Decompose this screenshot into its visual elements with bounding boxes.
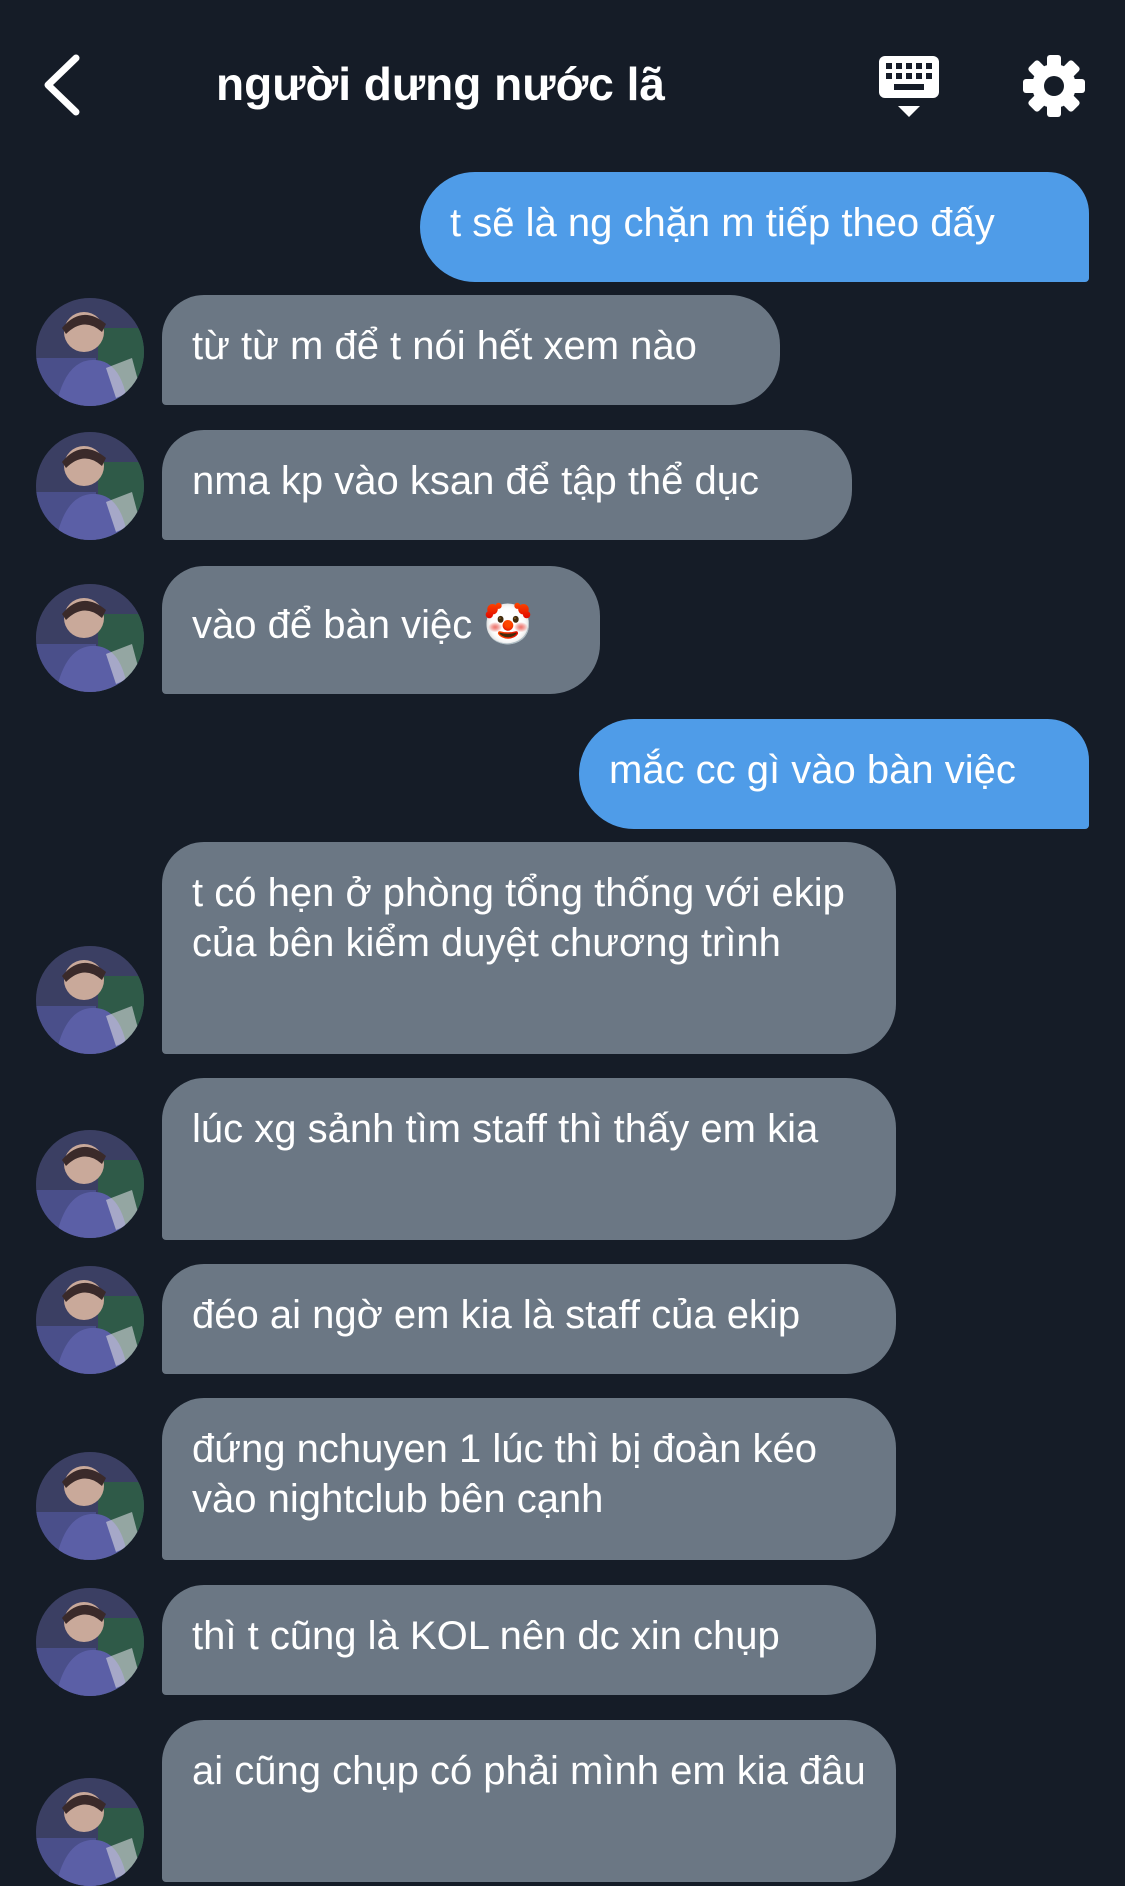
avatar-photo — [36, 1452, 144, 1560]
incoming-message[interactable]: t có hẹn ở phòng tổng thống với ekip của… — [162, 842, 896, 1054]
chevron-left-icon — [44, 54, 80, 116]
avatar[interactable] — [36, 1452, 144, 1560]
chat-title: người dưng nước lã — [216, 58, 665, 110]
avatar[interactable] — [36, 1266, 144, 1374]
avatar[interactable] — [36, 432, 144, 540]
outgoing-message[interactable]: mắc cc gì vào bàn việc — [579, 719, 1089, 829]
incoming-message[interactable]: từ từ m để t nói hết xem nào — [162, 295, 780, 405]
avatar-photo — [36, 432, 144, 540]
incoming-message[interactable]: đứng nchuyen 1 lúc thì bị đoàn kéo vào n… — [162, 1398, 896, 1560]
incoming-message[interactable]: lúc xg sảnh tìm staff thì thấy em kia — [162, 1078, 896, 1240]
avatar-photo — [36, 584, 144, 692]
avatar[interactable] — [36, 298, 144, 406]
avatar-photo — [36, 1588, 144, 1696]
settings-button[interactable] — [1022, 54, 1086, 118]
incoming-message[interactable]: ai cũng chụp có phải mình em kia đâu — [162, 1720, 896, 1882]
incoming-message[interactable]: nma kp vào ksan để tập thể dục — [162, 430, 852, 540]
avatar[interactable] — [36, 1130, 144, 1238]
avatar[interactable] — [36, 1778, 144, 1886]
gear-icon — [1023, 55, 1085, 117]
keyboard-toggle-button[interactable] — [876, 54, 942, 120]
incoming-message[interactable]: đéo ai ngờ em kia là staff của ekip — [162, 1264, 896, 1374]
avatar-photo — [36, 1778, 144, 1886]
avatar-photo — [36, 1130, 144, 1238]
incoming-message[interactable]: vào để bàn việc 🤡 — [162, 566, 600, 694]
avatar[interactable] — [36, 946, 144, 1054]
chat-header: người dưng nước lã — [0, 0, 1125, 170]
outgoing-message[interactable]: t sẽ là ng chặn m tiếp theo đấy — [420, 172, 1089, 282]
avatar-photo — [36, 298, 144, 406]
avatar[interactable] — [36, 584, 144, 692]
avatar-photo — [36, 946, 144, 1054]
avatar[interactable] — [36, 1588, 144, 1696]
incoming-message[interactable]: thì t cũng là KOL nên dc xin chụp — [162, 1585, 876, 1695]
back-button[interactable] — [38, 50, 98, 120]
keyboard-icon — [879, 56, 939, 117]
avatar-photo — [36, 1266, 144, 1374]
